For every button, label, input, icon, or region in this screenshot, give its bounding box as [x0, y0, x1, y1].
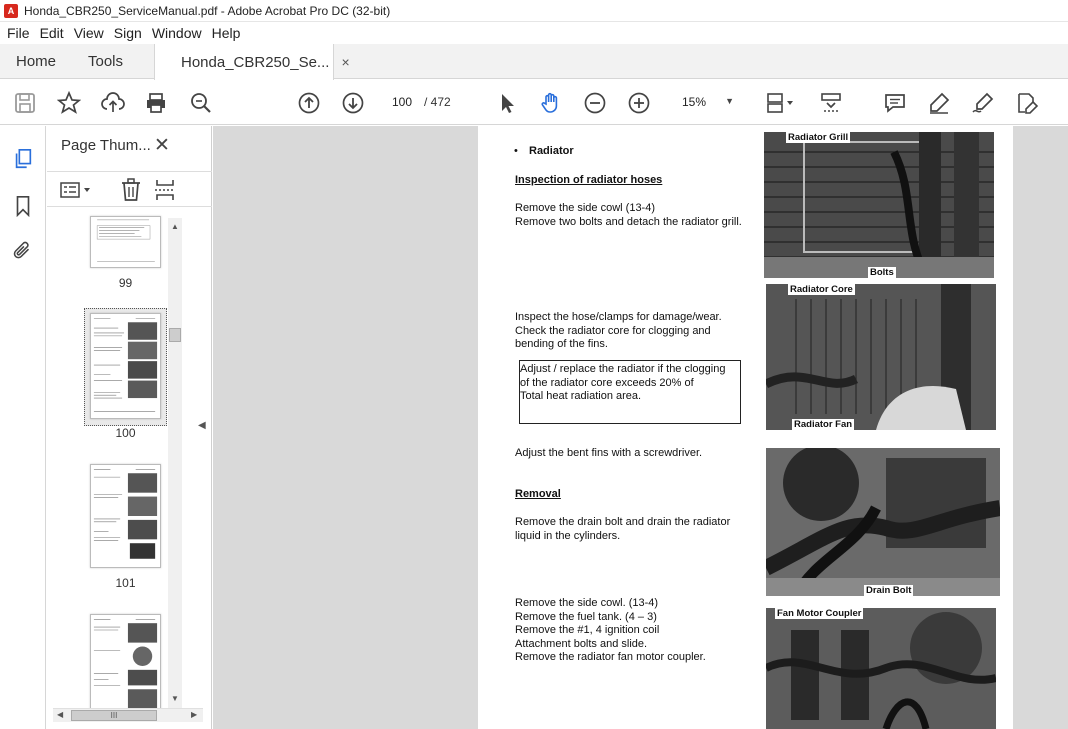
zoom-search-icon[interactable]	[188, 90, 214, 116]
thumbnail-page-99[interactable]	[90, 216, 161, 268]
caption-radiator-grill: Radiator Grill	[786, 132, 851, 143]
thumbnail-label-101: 101	[115, 576, 136, 590]
tab-home-label: Home	[16, 53, 57, 70]
attachments-icon[interactable]	[11, 239, 35, 263]
highlight-icon[interactable]	[926, 90, 952, 116]
close-tab-icon[interactable]: ×	[341, 54, 349, 70]
chevron-down-icon: ▼	[725, 96, 734, 106]
scroll-up-icon[interactable]: ▲	[171, 222, 179, 231]
thumbnail-page-100[interactable]	[90, 313, 161, 419]
zoom-out-icon[interactable]	[582, 90, 608, 116]
scroll-down-icon[interactable]: ▼	[171, 694, 179, 703]
page-heading: Radiator	[529, 145, 574, 157]
menu-bar: File Edit View Sign Window Help	[0, 22, 1068, 44]
save-icon[interactable]	[12, 90, 38, 116]
menu-edit[interactable]: Edit	[40, 25, 64, 41]
menu-view[interactable]: View	[74, 25, 104, 41]
collapse-panel-icon[interactable]: ◀	[198, 420, 206, 431]
hscroll-thumb[interactable]: III	[71, 710, 157, 721]
edit-pdf-icon[interactable]	[1014, 90, 1040, 116]
tab-document-label: Honda_CBR250_Se...	[181, 53, 330, 71]
hand-tool-icon[interactable]	[538, 90, 564, 116]
section-removal-heading: Removal	[515, 488, 561, 500]
paragraph-drain-bolt: Remove the drain bolt and drain the radi…	[515, 516, 731, 542]
page-number-input[interactable]: 100	[384, 91, 420, 113]
delete-icon[interactable]	[119, 177, 143, 203]
thumbnail-vertical-scrollbar[interactable]: ▲ ▼	[168, 218, 182, 708]
caption-bolts: Bolts	[868, 267, 896, 278]
insert-pages-icon[interactable]	[153, 177, 177, 203]
zoom-level-value: 15%	[682, 95, 707, 109]
scroll-left-icon[interactable]: ◀	[57, 710, 63, 719]
thumbnails-icon[interactable]	[11, 147, 35, 171]
tab-home[interactable]: Home	[16, 44, 56, 79]
paragraph-removal-steps: Remove the side cowl. (13-4) Remove the …	[515, 597, 706, 663]
close-icon[interactable]: ✕	[154, 134, 170, 157]
zoom-in-icon[interactable]	[626, 90, 652, 116]
bookmark-star-icon[interactable]	[56, 90, 82, 116]
scroll-mode-icon[interactable]	[818, 90, 844, 116]
page-display-icon[interactable]	[762, 90, 798, 116]
menu-window[interactable]: Window	[152, 25, 202, 41]
photo-drain-bolt: Drain Bolt	[766, 448, 1000, 596]
pdf-page: • Radiator Inspection of radiator hoses …	[478, 126, 1013, 729]
sign-icon[interactable]	[970, 90, 996, 116]
paragraph-inspect-hose: Inspect the hose/clamps for damage/wear.…	[515, 311, 722, 350]
note-text: Adjust / replace the radiator if the clo…	[520, 363, 726, 402]
thumbnail-options-icon[interactable]	[59, 178, 95, 202]
caption-radiator-fan: Radiator Fan	[792, 419, 855, 430]
thumbnail-page-101[interactable]	[90, 464, 161, 568]
bookmarks-icon[interactable]	[11, 194, 35, 218]
caption-drain-bolt: Drain Bolt	[864, 585, 914, 596]
tab-tools[interactable]: Tools	[88, 44, 123, 79]
document-viewport[interactable]: ◀ • Radiator Inspection of radiator hose…	[198, 126, 1068, 729]
thumbnail-horizontal-scrollbar[interactable]: ◀ III ▶	[53, 708, 203, 722]
page-up-icon[interactable]	[296, 90, 322, 116]
upload-icon[interactable]	[100, 90, 126, 116]
tab-tools-label: Tools	[88, 53, 124, 70]
acrobat-app-icon: A	[4, 3, 18, 18]
page-thumbnails-panel: Page Thum... ✕ 99 100 101 ▲ ▼ ◀ III ▶	[47, 126, 212, 729]
panel-toolbar	[47, 171, 212, 207]
paragraph-remove-cowl: Remove the side cowl (13-4) Remove two b…	[515, 202, 742, 228]
panel-title: Page Thum...	[61, 137, 151, 154]
thumbnail-label-100: 100	[115, 426, 136, 440]
comment-icon[interactable]	[882, 90, 908, 116]
caption-radiator-core: Radiator Core	[788, 284, 855, 295]
menu-sign[interactable]: Sign	[114, 25, 142, 41]
menu-file[interactable]: File	[7, 25, 30, 41]
photo-radiator-core: Radiator Core Radiator Fan	[766, 284, 996, 430]
window-title: Honda_CBR250_ServiceManual.pdf - Adobe A…	[24, 3, 391, 18]
heading-bullet: •	[514, 145, 518, 157]
page-total-label: / 472	[424, 95, 451, 109]
photo-radiator-grill: Radiator Grill Bolts	[764, 132, 994, 278]
page-down-icon[interactable]	[340, 90, 366, 116]
thumbnail-page-102[interactable]	[90, 614, 161, 708]
scroll-right-icon[interactable]: ▶	[191, 710, 197, 719]
paragraph-bent-fins: Adjust the bent fins with a screwdriver.	[515, 447, 703, 459]
section-inspection-heading: Inspection of radiator hoses	[515, 174, 663, 186]
print-icon[interactable]	[143, 90, 169, 116]
title-bar: A Honda_CBR250_ServiceManual.pdf - Adobe…	[0, 0, 1068, 22]
caption-fan-motor-coupler: Fan Motor Coupler	[775, 608, 864, 619]
menu-help[interactable]: Help	[212, 25, 241, 41]
photo-fan-motor-coupler: Fan Motor Coupler	[766, 608, 996, 729]
tab-document[interactable]: Honda_CBR250_Se... ×	[154, 44, 350, 80]
scrollbar-thumb[interactable]	[169, 328, 181, 342]
left-navigation-rail	[0, 126, 46, 729]
select-cursor-icon[interactable]	[494, 90, 520, 116]
tab-bar: Home Tools Honda_CBR250_Se... ×	[0, 44, 1068, 80]
thumbnail-label-99: 99	[118, 276, 133, 290]
zoom-level-select[interactable]: 15% ▼	[672, 91, 740, 113]
